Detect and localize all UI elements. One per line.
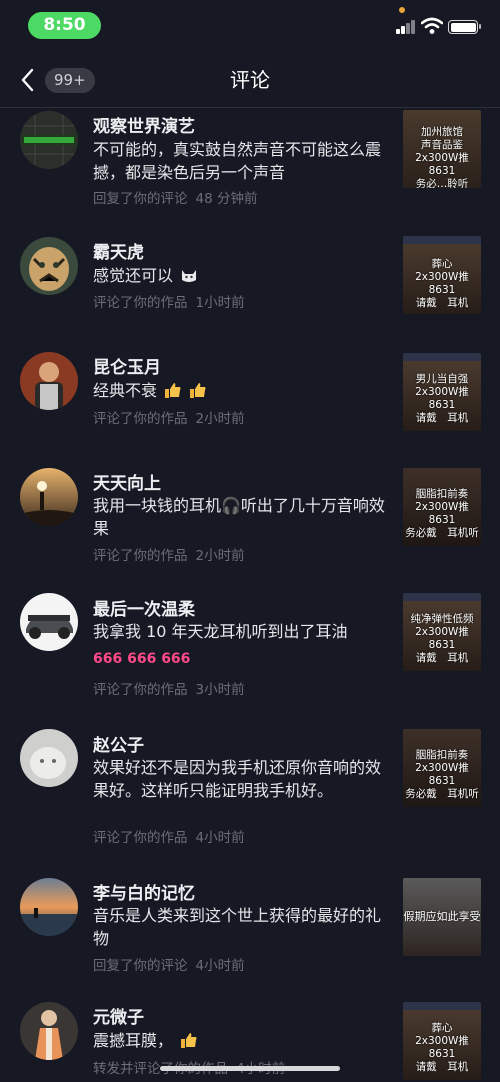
video-thumbnail[interactable]: 胭脂扣前奏 2x300W推8631 务必戴 耳机听 xyxy=(403,468,481,546)
username[interactable]: 天天向上 xyxy=(93,469,161,494)
comment-text-body: 感觉还可以 xyxy=(93,266,174,285)
status-bar: 8:50 xyxy=(0,0,500,50)
comment-text: 效果好还不是因为我手机还原你音响的效果好。这样听只能证明我手机好。 xyxy=(93,758,382,800)
thumbnail-caption: 葬心 2x300W推8631 请戴 耳机 xyxy=(415,1022,469,1073)
comment-meta: 评论了你的作品 1小时前 xyxy=(93,291,245,311)
username[interactable]: 元微子 xyxy=(93,1003,144,1028)
thumbnail-caption: 加州旅馆 声音品鉴 2x300W推8631 务必…聆听 xyxy=(415,126,469,188)
comment-text: 音乐是人类来到这个世上获得的最好的礼物 xyxy=(93,906,382,948)
privacy-indicator-dot xyxy=(399,7,405,13)
wifi-icon xyxy=(421,17,443,34)
comment-action: 回复了你的评论 xyxy=(93,958,188,974)
video-thumbnail[interactable]: 加州旅馆 声音品鉴 2x300W推8631 务必…聆听 xyxy=(403,110,481,188)
thumbnail-caption: 假期应如此享受 xyxy=(403,910,481,923)
video-thumbnail[interactable]: 纯净弹性低频 2x300W推8631 请戴 耳机 xyxy=(403,593,481,671)
status-time[interactable]: 8:50 xyxy=(28,12,101,39)
comment-action: 评论了你的作品 xyxy=(93,830,188,846)
video-thumbnail[interactable]: 男儿当自强 2x300W推8631 请戴 耳机 xyxy=(403,353,481,431)
comment-text: 我用一块钱的耳机🎧听出了几十万音响效果 xyxy=(93,496,385,538)
avatar[interactable] xyxy=(20,1002,78,1060)
comment-meta: 回复了你的评论 48 分钟前 xyxy=(93,187,257,207)
thumbs-up-icon xyxy=(190,383,206,398)
cat-face-icon xyxy=(182,270,197,282)
username[interactable]: 最后一次温柔 xyxy=(93,595,195,620)
comment-meta: 评论了你的作品 4小时前 xyxy=(93,826,245,846)
thumbnail-caption: 胭脂扣前奏 2x300W推8631 务必戴 耳机听 xyxy=(405,749,479,800)
video-thumbnail[interactable]: 葬心 2x300W推8631 请戴 耳机 xyxy=(403,236,481,314)
avatar[interactable] xyxy=(20,111,78,169)
comment-text: 震撼耳膜， xyxy=(93,1030,393,1053)
cellular-signal-icon xyxy=(396,18,416,34)
avatar[interactable] xyxy=(20,878,78,936)
comment-action: 评论了你的作品 xyxy=(93,548,188,564)
comment-action: 回复了你的评论 xyxy=(93,191,188,207)
username[interactable]: 赵公子 xyxy=(93,731,144,756)
battery-icon xyxy=(448,20,481,34)
comment-text-body: 震撼耳膜， xyxy=(93,1031,174,1050)
thumbnail-caption: 纯净弹性低频 2x300W推8631 请戴 耳机 xyxy=(410,613,474,664)
avatar[interactable] xyxy=(20,237,78,295)
comment-text: 不可能的，真实鼓自然声音不可能这么震撼，都是染色后另一个声音 xyxy=(93,140,382,182)
thumbnail-caption: 胭脂扣前奏 2x300W推8631 务必戴 耳机听 xyxy=(405,488,479,539)
comment-text-body: 经典不衰 xyxy=(93,381,158,400)
video-thumbnail[interactable]: 假期应如此享受 xyxy=(403,878,481,956)
comment-meta: 评论了你的作品 3小时前 xyxy=(93,678,245,698)
comment-time: 4小时前 xyxy=(195,958,245,974)
comment-meta: 回复了你的评论 4小时前 xyxy=(93,954,245,974)
page-title: 评论 xyxy=(230,68,270,92)
thumbs-up-icon xyxy=(181,1033,197,1048)
username[interactable]: 霸天虎 xyxy=(93,238,144,263)
avatar[interactable] xyxy=(20,593,78,651)
username[interactable]: 李与白的记忆 xyxy=(93,879,195,904)
home-indicator[interactable] xyxy=(160,1066,340,1071)
thumbnail-caption: 男儿当自强 2x300W推8631 请戴 耳机 xyxy=(415,373,469,424)
comment-meta: 评论了你的作品 2小时前 xyxy=(93,407,245,427)
avatar[interactable] xyxy=(20,468,78,526)
video-thumbnail[interactable]: 葬心 2x300W推8631 请戴 耳机 xyxy=(403,1002,481,1080)
comment-time: 48 分钟前 xyxy=(195,191,258,207)
comment-time: 4小时前 xyxy=(195,830,245,846)
comment-text: 感觉还可以 xyxy=(93,265,393,288)
video-thumbnail[interactable]: 胭脂扣前奏 2x300W推8631 务必戴 耳机听 xyxy=(403,729,481,807)
avatar[interactable] xyxy=(20,352,78,410)
thumbs-up-icon xyxy=(165,383,181,398)
nav-bar: 99+ 评论 xyxy=(0,56,500,104)
emoji-666-row: 666 666 666 xyxy=(93,651,191,667)
comment-action: 评论了你的作品 xyxy=(93,682,188,698)
comment-time: 2小时前 xyxy=(195,411,245,427)
comment-action: 评论了你的作品 xyxy=(93,295,188,311)
comment-meta: 评论了你的作品 2小时前 xyxy=(93,544,245,564)
username[interactable]: 观察世界演艺 xyxy=(93,112,195,137)
thumbnail-caption: 葬心 2x300W推8631 请戴 耳机 xyxy=(415,258,469,309)
comment-time: 2小时前 xyxy=(195,548,245,564)
comment-text: 我拿我 10 年天龙耳机听到出了耳油 xyxy=(93,622,348,641)
comment-time: 3小时前 xyxy=(195,682,245,698)
username[interactable]: 昆仑玉月 xyxy=(93,353,161,378)
avatar[interactable] xyxy=(20,729,78,787)
comment-text: 经典不衰 xyxy=(93,380,393,403)
comment-time: 1小时前 xyxy=(195,295,245,311)
comment-action: 评论了你的作品 xyxy=(93,411,188,427)
header-divider xyxy=(0,107,500,108)
